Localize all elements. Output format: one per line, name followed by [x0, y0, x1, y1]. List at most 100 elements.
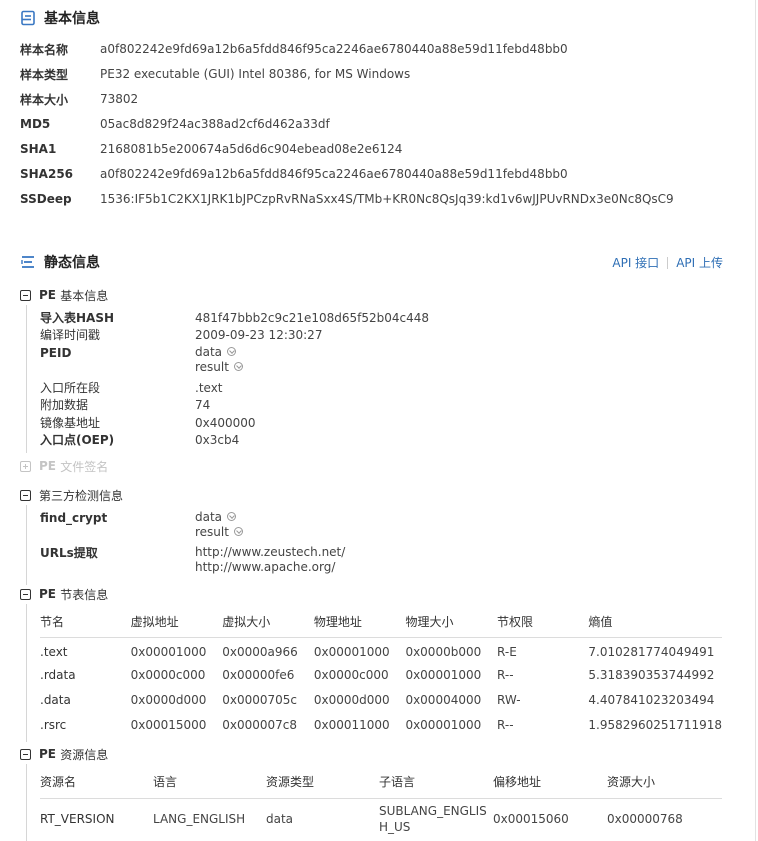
- cell: 5.318390353744992: [588, 667, 715, 682]
- pe-resources-toggle[interactable]: PE 资源信息: [20, 746, 108, 762]
- cell: 0x000007c8: [222, 717, 298, 732]
- row-value: 1536:IF5b1C2KX1JRK1bJPCzpRvRNaSxx4S/TMb+…: [100, 192, 674, 206]
- row-value: 2009-09-23 12:30:27: [195, 328, 323, 342]
- cell: data: [266, 812, 294, 827]
- peid-result-item[interactable]: result: [195, 360, 243, 375]
- column-header: 资源大小: [607, 765, 722, 799]
- cell: SUBLANG_ENGLISH_US: [379, 804, 487, 835]
- row-label: PEID: [40, 346, 72, 360]
- row-label: MD5: [20, 117, 51, 131]
- pe-basic-row: 附加数据 74: [40, 397, 210, 414]
- basic-row-sample-size: 样本大小 73802: [20, 90, 138, 108]
- cell: RW-: [497, 692, 521, 707]
- link-divider: [667, 256, 669, 269]
- column-header: 节权限: [497, 607, 589, 638]
- cell: 0x0000d000: [313, 692, 390, 707]
- row-value: 0x3cb4: [195, 433, 240, 447]
- row-label: 编译时间戳: [40, 328, 101, 342]
- row-label: URLs提取: [40, 546, 98, 560]
- basic-info-header: 基本信息: [20, 8, 100, 28]
- static-info-title: 静态信息: [44, 255, 100, 271]
- column-header: 物理大小: [405, 607, 498, 638]
- cell: 0x00001000: [405, 717, 482, 732]
- cell: 0x0000c000: [313, 667, 389, 682]
- row-label: find_crypt: [40, 511, 108, 525]
- peid-data-item[interactable]: data: [195, 345, 243, 360]
- row-value: 73802: [100, 92, 139, 106]
- find-crypt-result-item[interactable]: result: [195, 525, 243, 540]
- cell: 0x00001000: [313, 644, 390, 659]
- api-interface-link[interactable]: API 接口: [612, 254, 659, 271]
- row-value: PE32 executable (GUI) Intel 80386, for M…: [100, 67, 411, 81]
- pe-basic-toggle[interactable]: PE 基本信息: [20, 287, 108, 303]
- collapse-icon[interactable]: [20, 588, 31, 600]
- group-title-prefix: PE: [39, 587, 56, 601]
- pe-basic-row-peid: PEID data result: [40, 345, 243, 375]
- collapse-icon[interactable]: [20, 489, 31, 501]
- table-row: .rsrc 0x00015000 0x000007c8 0x00011000 0…: [40, 712, 722, 737]
- row-label: 入口所在段: [40, 381, 101, 395]
- table-row: .data 0x0000d000 0x0000705c 0x0000d000 0…: [40, 687, 722, 712]
- row-label: 样本大小: [20, 92, 69, 107]
- cell: 0x0000b000: [405, 644, 482, 659]
- group-title: 第三方检测信息: [39, 488, 124, 503]
- row-label: 附加数据: [40, 398, 89, 412]
- cell: 0x00001000: [130, 644, 207, 659]
- pe-basic-row: 导入表HASH 481f47bbb2c9c21e108d65f52b04c448: [40, 310, 429, 327]
- expand-circle-icon[interactable]: [233, 527, 243, 536]
- row-value: 74: [195, 398, 211, 412]
- row-value: a0f802242e9fd69a12b6a5fdd846f95ca2246ae6…: [100, 42, 568, 56]
- cell: .text: [40, 644, 68, 659]
- row-label: 导入表HASH: [40, 311, 115, 325]
- row-label: 样本类型: [20, 67, 69, 82]
- basic-row-ssdeep: SSDeep 1536:IF5b1C2KX1JRK1bJPCzpRvRNaSxx4…: [20, 190, 674, 208]
- expand-circle-icon[interactable]: [227, 347, 237, 356]
- basic-row-sha256: SHA256 a0f802242e9fd69a12b6a5fdd846f95ca2…: [20, 165, 568, 183]
- find-crypt-data-item[interactable]: data: [195, 510, 243, 525]
- pe-sections-toggle[interactable]: PE 节表信息: [20, 586, 108, 602]
- row-value: 0x400000: [195, 416, 256, 430]
- cell: RT_VERSION: [40, 812, 115, 827]
- document-icon: [20, 10, 36, 26]
- group-title: 节表信息: [60, 587, 109, 602]
- expand-circle-icon[interactable]: [233, 362, 243, 371]
- cell: R--: [497, 667, 514, 682]
- cell: LANG_ENGLISH: [153, 812, 246, 827]
- cell: .data: [40, 692, 71, 707]
- url-item: http://www.apache.org/: [195, 560, 336, 574]
- collapse-icon[interactable]: [20, 289, 31, 301]
- pe-basic-row: 编译时间戳 2009-09-23 12:30:27: [40, 327, 322, 344]
- column-header: 节名: [40, 607, 131, 638]
- tree-line: [26, 604, 27, 742]
- column-header: 偏移地址: [493, 765, 607, 799]
- cell: 0x0000d000: [130, 692, 207, 707]
- cell: R--: [497, 717, 514, 732]
- cell: 0x00015060: [493, 812, 569, 827]
- row-label: 样本名称: [20, 42, 69, 57]
- pe-signature-toggle: PE 文件签名: [20, 458, 108, 474]
- column-header: 子语言: [379, 765, 493, 799]
- row-value: 2168081b5e200674a5d6d6c904ebead08e2e6124: [100, 142, 403, 156]
- row-label: SHA1: [20, 142, 57, 156]
- table-row: RT_VERSION LANG_ENGLISH data SUBLANG_ENG…: [40, 798, 722, 840]
- cell: 0x00001000: [405, 667, 482, 682]
- table-row: .text 0x00001000 0x0000a966 0x00001000 0…: [40, 637, 722, 662]
- api-upload-link[interactable]: API 上传: [676, 254, 723, 271]
- api-links: API 接口 API 上传: [612, 254, 723, 271]
- third-party-toggle[interactable]: 第三方检测信息: [20, 487, 123, 503]
- column-header: 物理地址: [313, 607, 406, 638]
- cell: 1.9582960251711918: [588, 717, 722, 732]
- collapse-icon[interactable]: [20, 748, 31, 760]
- item-label: data: [195, 345, 223, 359]
- cell: 0x00011000: [313, 717, 390, 732]
- pe-basic-row: 镜像基地址 0x400000: [40, 415, 256, 432]
- basic-row-sample-type: 样本类型 PE32 executable (GUI) Intel 80386, f…: [20, 65, 410, 83]
- tree-line: [26, 505, 27, 585]
- cell: .rsrc: [40, 717, 67, 732]
- basic-row-sha1: SHA1 2168081b5e200674a5d6d6c904ebead08e2e…: [20, 140, 402, 158]
- tree-line: [26, 305, 27, 453]
- expand-plus-icon: [20, 460, 31, 472]
- column-header: 资源名: [40, 765, 153, 799]
- column-header: 虚拟地址: [130, 607, 223, 638]
- expand-circle-icon[interactable]: [227, 512, 237, 521]
